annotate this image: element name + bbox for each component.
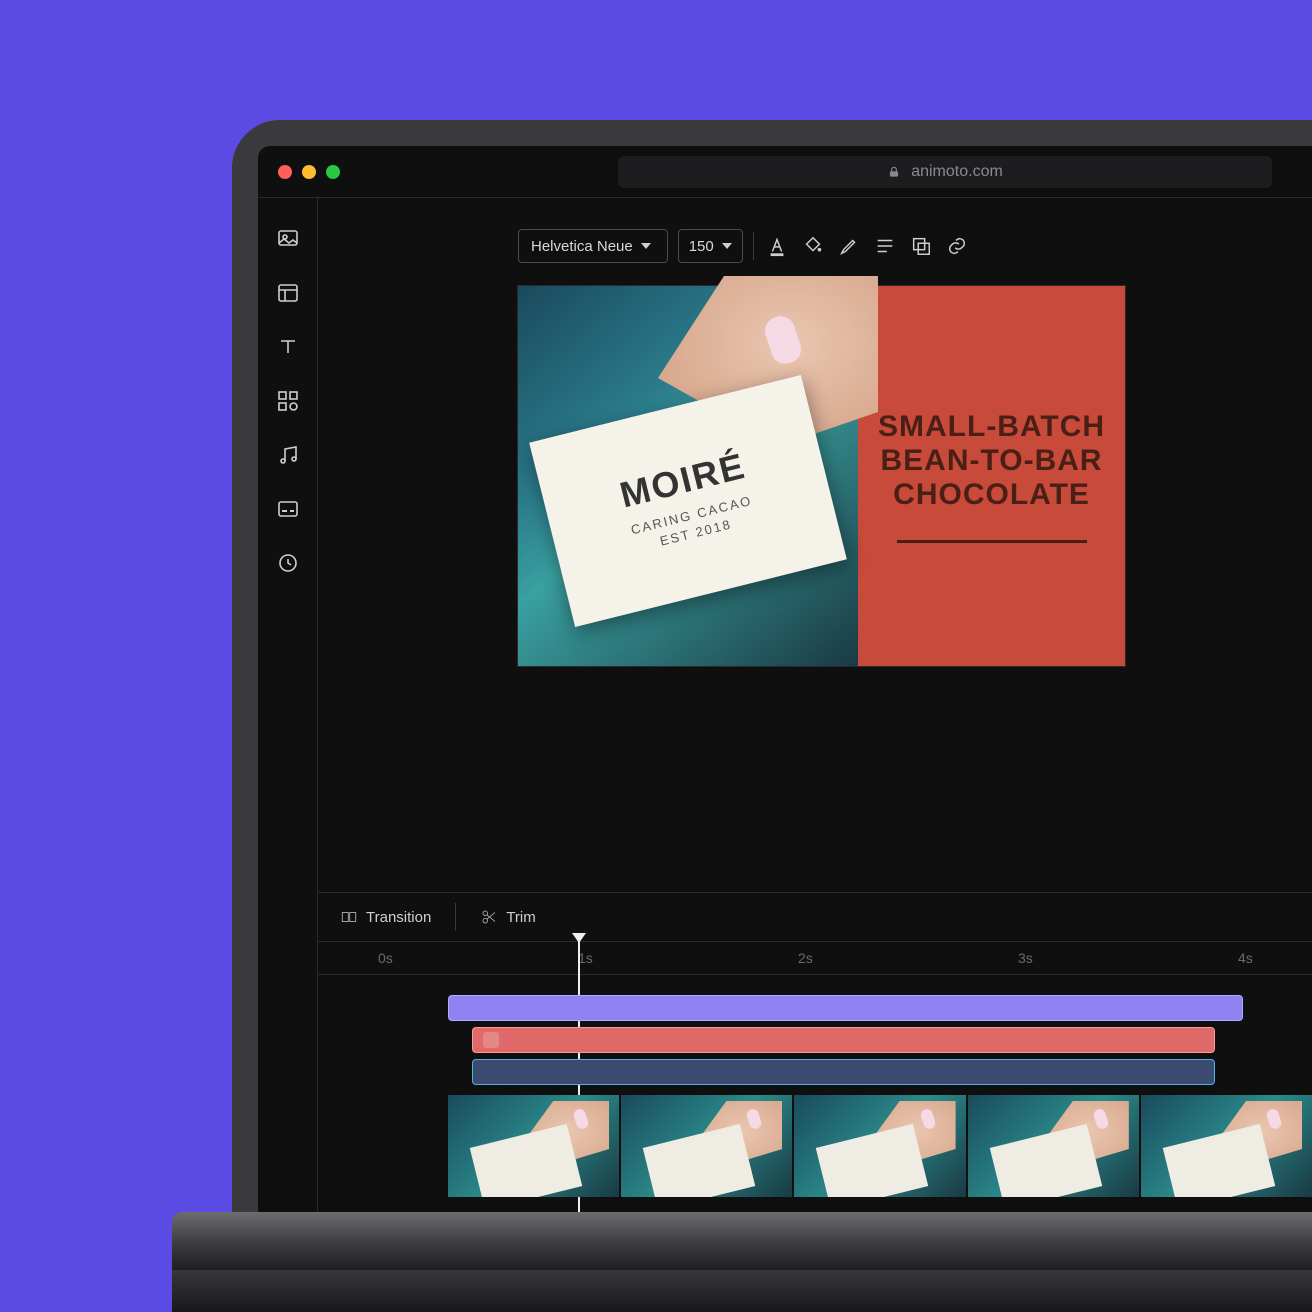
font-family-label: Helvetica Neue	[531, 238, 633, 255]
screen: animoto.com Helvetica Neue	[258, 146, 1312, 1212]
canvas-photo: MOIRÉ CARING CACAO EST 2018	[518, 286, 858, 666]
separator	[753, 232, 754, 260]
transition-button[interactable]: Transition	[340, 908, 431, 926]
lock-icon	[887, 165, 901, 179]
slogan-line-1: SMALL-BATCH	[878, 410, 1105, 444]
separator	[455, 903, 456, 931]
sidebar-layout-icon[interactable]	[275, 280, 301, 306]
timeline-clip-text[interactable]	[448, 995, 1243, 1021]
fill-color-button[interactable]	[800, 233, 826, 259]
timeline-tools: Transition Trim	[318, 893, 1312, 941]
timeline-clip-element[interactable]	[472, 1059, 1215, 1085]
tracks	[318, 975, 1312, 1197]
sidebar-media-icon[interactable]	[275, 226, 301, 252]
window-minimize-button[interactable]	[302, 165, 316, 179]
window-close-button[interactable]	[278, 165, 292, 179]
chevron-down-icon	[641, 243, 651, 249]
sidebar-time-icon[interactable]	[275, 550, 301, 576]
transition-icon	[340, 908, 358, 926]
time-ruler[interactable]: 0s 1s 2s 3s 4s	[318, 941, 1312, 975]
sidebar-design-icon[interactable]	[275, 388, 301, 414]
transition-label: Transition	[366, 909, 431, 926]
sidebar-music-icon[interactable]	[275, 442, 301, 468]
address-bar[interactable]: animoto.com	[618, 156, 1272, 188]
layer-button[interactable]	[908, 233, 934, 259]
font-size-label: 150	[689, 238, 714, 255]
ruler-mark: 3s	[1018, 950, 1033, 966]
canvas[interactable]: MOIRÉ CARING CACAO EST 2018 SMALL-BATCH …	[518, 286, 1125, 666]
highlight-button[interactable]	[836, 233, 862, 259]
video-thumb	[1141, 1095, 1312, 1197]
ruler-mark: 1s	[578, 950, 593, 966]
window-zoom-button[interactable]	[326, 165, 340, 179]
stage: MOIRÉ CARING CACAO EST 2018 SMALL-BATCH …	[318, 282, 1312, 892]
link-button[interactable]	[944, 233, 970, 259]
chevron-down-icon	[722, 243, 732, 249]
text-toolbar: Helvetica Neue 150	[518, 218, 1312, 274]
ruler-mark: 4s	[1238, 950, 1253, 966]
ruler-mark: 2s	[798, 950, 813, 966]
font-size-select[interactable]: 150	[678, 229, 743, 263]
font-family-select[interactable]: Helvetica Neue	[518, 229, 668, 263]
laptop-base	[172, 1270, 1312, 1312]
laptop-hinge	[172, 1212, 1312, 1272]
laptop-mockup: animoto.com Helvetica Neue	[232, 120, 1312, 1312]
main: Helvetica Neue 150	[318, 198, 1312, 1212]
browser-titlebar: animoto.com	[258, 146, 1312, 198]
sidebar-subtitle-icon[interactable]	[275, 496, 301, 522]
sidebar	[258, 198, 318, 1212]
text-color-button[interactable]	[764, 233, 790, 259]
timeline: Transition Trim 0s 1s 2s 3s 4s	[318, 892, 1312, 1212]
video-thumb	[968, 1095, 1139, 1197]
slogan-line-3: CHOCOLATE	[893, 478, 1090, 512]
ruler-mark: 0s	[378, 950, 393, 966]
trim-label: Trim	[506, 909, 535, 926]
address-text: animoto.com	[911, 163, 1003, 181]
sidebar-text-icon[interactable]	[275, 334, 301, 360]
slogan-rule	[897, 540, 1087, 543]
video-thumb	[448, 1095, 619, 1197]
app-body: Helvetica Neue 150	[258, 198, 1312, 1212]
product-card: MOIRÉ CARING CACAO EST 2018	[529, 375, 847, 627]
align-button[interactable]	[872, 233, 898, 259]
timeline-clip-overlay[interactable]	[472, 1027, 1215, 1053]
trim-button[interactable]: Trim	[480, 908, 535, 926]
slogan-line-2: BEAN-TO-BAR	[880, 444, 1102, 478]
video-track[interactable]	[448, 1095, 1312, 1197]
video-thumb	[621, 1095, 792, 1197]
canvas-text-panel[interactable]: SMALL-BATCH BEAN-TO-BAR CHOCOLATE	[858, 286, 1125, 666]
video-thumb	[794, 1095, 965, 1197]
scissors-icon	[480, 908, 498, 926]
